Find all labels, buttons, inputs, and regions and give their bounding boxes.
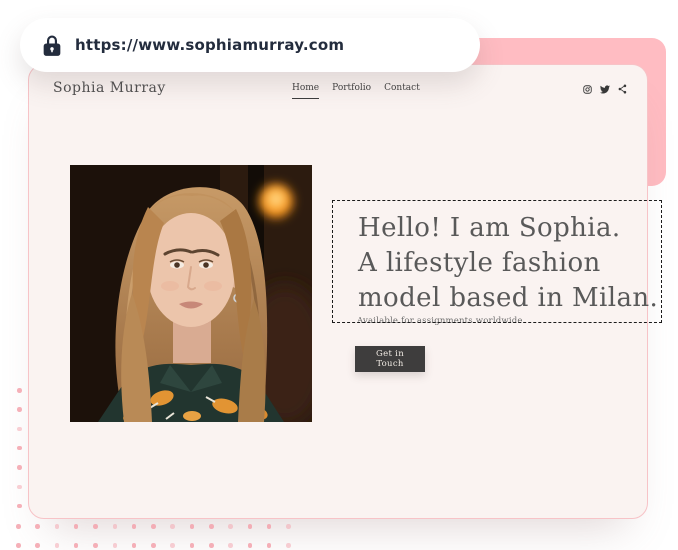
nav-item-home[interactable]: Home (292, 83, 320, 99)
hero-heading-line-3: model based in Milan. (358, 283, 659, 313)
instagram-icon[interactable] (583, 84, 592, 94)
main-nav: Home Portfolio Contact (292, 83, 420, 99)
hero-dashed-box: Hello! I am Sophia. A lifestyle fashion … (332, 200, 662, 323)
hero-heading-line-2: A lifestyle fashion (358, 248, 601, 278)
mockup-stage: https://www.sophiamurray.com Sophia Murr… (0, 0, 678, 550)
dots-bottom-grid (16, 524, 306, 550)
lock-icon (42, 34, 62, 57)
address-bar[interactable]: https://www.sophiamurray.com (20, 18, 480, 72)
hero-heading-line-1: Hello! I am Sophia. (358, 213, 621, 243)
dots-left-column (17, 388, 23, 518)
get-in-touch-button[interactable]: Get in Touch (355, 346, 425, 372)
nav-item-contact[interactable]: Contact (384, 83, 420, 99)
portrait-photo (70, 165, 312, 422)
site-logo: Sophia Murray (53, 80, 166, 96)
nav-item-portfolio[interactable]: Portfolio (332, 83, 371, 99)
twitter-icon[interactable] (600, 84, 610, 94)
share-icon[interactable] (618, 84, 627, 94)
hero-heading: Hello! I am Sophia. A lifestyle fashion … (358, 211, 661, 316)
social-links (583, 84, 627, 94)
url-text[interactable]: https://www.sophiamurray.com (75, 36, 344, 54)
